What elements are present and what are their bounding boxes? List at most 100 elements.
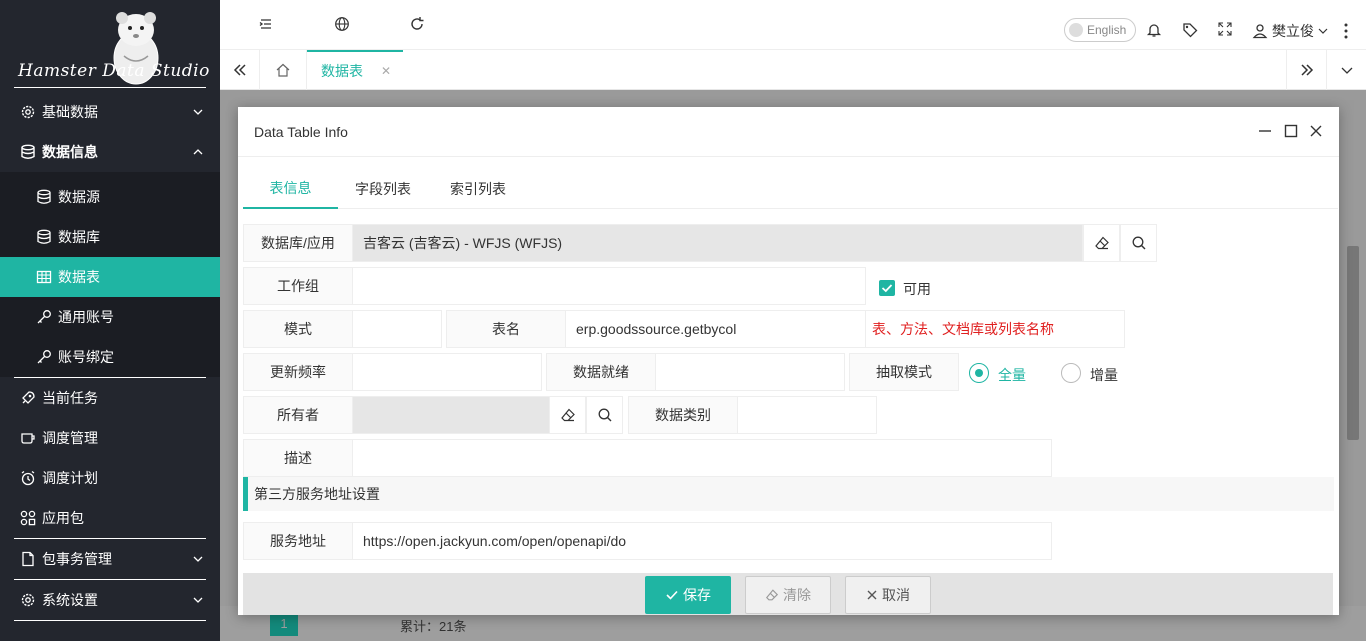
save-button[interactable]: 保存	[645, 576, 731, 614]
description-field[interactable]	[352, 439, 1052, 477]
sidebar-item-label: 调度计划	[42, 470, 98, 486]
close-tab-icon[interactable]: ✕	[381, 64, 391, 78]
sidebar-item-package-transaction[interactable]: 包事务管理	[0, 539, 220, 579]
tabs-menu-button[interactable]	[1326, 50, 1366, 90]
maximize-icon[interactable]	[1284, 124, 1298, 138]
db-app-field[interactable]: 吉客云 (吉客云) - WFJS (WFJS)	[352, 224, 1083, 262]
schema-label: 模式	[243, 310, 353, 348]
data-category-label: 数据类别	[628, 396, 738, 434]
data-category-field[interactable]	[737, 396, 877, 434]
table-name-field[interactable]: erp.goodssource.getbycol	[565, 310, 867, 348]
user-name: 樊立俊	[1272, 23, 1314, 39]
extract-full-radio[interactable]	[969, 363, 989, 383]
search-owner-button[interactable]	[586, 396, 623, 434]
sidebar: Hamster Data Studio 基础数据 数据信息 数据源 数据库 数据…	[0, 0, 220, 641]
sidebar-item-account-binding[interactable]: 账号绑定	[0, 337, 220, 377]
workgroup-label: 工作组	[243, 267, 353, 305]
tab-index-list[interactable]: 索引列表	[443, 169, 513, 209]
scrollbar[interactable]	[1347, 246, 1359, 440]
page-number-label: 1	[280, 616, 288, 631]
tabs-scroll-left-button[interactable]	[220, 50, 260, 90]
sidebar-item-label: 包事务管理	[42, 551, 112, 567]
data-ready-field[interactable]	[655, 353, 845, 391]
gear-icon	[20, 592, 36, 608]
extract-mode-label: 抽取模式	[849, 353, 959, 391]
page-number[interactable]: 1	[270, 612, 298, 636]
user-menu[interactable]: 樊立俊	[1252, 21, 1329, 41]
more-vertical-icon[interactable]	[1344, 23, 1348, 39]
sidebar-item-label: 数据库	[58, 229, 100, 245]
enabled-label: 可用	[903, 281, 931, 297]
sidebar-item-app-package[interactable]: 应用包	[0, 498, 220, 538]
file-icon	[20, 551, 36, 567]
rocket-icon	[20, 390, 36, 406]
submenu-data-info: 数据源 数据库 数据表 通用账号 账号绑定	[0, 172, 220, 377]
home-tab[interactable]	[260, 50, 307, 90]
chevron-down-icon	[193, 556, 203, 562]
sidebar-item-label: 账号绑定	[58, 349, 114, 365]
chevron-down-icon	[193, 597, 203, 603]
tab-field-list[interactable]: 字段列表	[348, 169, 418, 209]
tab-label: 数据表	[321, 63, 363, 79]
eraser-icon	[765, 589, 779, 601]
check-icon	[881, 284, 893, 293]
enabled-checkbox[interactable]	[879, 280, 895, 296]
sidebar-item-label: 数据源	[58, 189, 100, 205]
tabs-scroll-right-button[interactable]	[1286, 50, 1326, 90]
alarm-icon	[20, 470, 36, 486]
clear-owner-button[interactable]	[549, 396, 586, 434]
close-icon	[867, 590, 877, 600]
search-db-button[interactable]	[1120, 224, 1157, 262]
bell-icon[interactable]	[1146, 22, 1162, 38]
sidebar-item-system-settings[interactable]: 系统设置	[0, 580, 220, 620]
database-icon	[20, 144, 36, 160]
sidebar-item-schedule-plan[interactable]: 调度计划	[0, 458, 220, 498]
collapse-menu-icon[interactable]	[258, 16, 274, 32]
clear-button[interactable]: 清除	[745, 576, 831, 614]
sidebar-item-label: 基础数据	[42, 104, 98, 120]
workgroup-field[interactable]	[352, 267, 866, 305]
apps-icon	[20, 510, 36, 526]
extract-incremental-radio[interactable]	[1061, 363, 1081, 383]
fullscreen-icon[interactable]	[1218, 22, 1232, 36]
key-icon	[36, 309, 52, 325]
tab-table-info[interactable]: 表信息	[243, 169, 338, 209]
sidebar-item-schedule-manage[interactable]: 调度管理	[0, 418, 220, 458]
sidebar-item-label: 系统设置	[42, 592, 98, 608]
minimize-icon[interactable]	[1258, 124, 1272, 138]
sidebar-item-datatable[interactable]: 数据表	[0, 257, 220, 297]
sidebar-item-database[interactable]: 数据库	[0, 217, 220, 257]
cancel-label: 取消	[882, 587, 910, 603]
update-frequency-field[interactable]	[352, 353, 542, 391]
sidebar-item-current-tasks[interactable]: 当前任务	[0, 378, 220, 418]
tag-icon[interactable]	[1182, 22, 1198, 38]
eraser-icon	[560, 408, 575, 422]
cancel-button[interactable]: 取消	[845, 576, 931, 614]
dialog-title: Data Table Info	[254, 123, 348, 140]
refresh-icon[interactable]	[409, 16, 425, 32]
tab-datatable[interactable]: 数据表 ✕	[307, 50, 403, 90]
user-icon	[1252, 24, 1268, 39]
top-header: English 樊立俊	[220, 0, 1366, 50]
clear-db-button[interactable]	[1083, 224, 1120, 262]
save-label: 保存	[683, 587, 711, 603]
service-url-field[interactable]: https://open.jackyun.com/open/openapi/do	[352, 522, 1052, 560]
globe-icon[interactable]	[334, 16, 350, 32]
table-name-hint: 表、方法、文档库或列表名称	[865, 310, 1125, 348]
sidebar-item-label: 当前任务	[42, 390, 98, 406]
chevron-down-icon	[193, 109, 203, 115]
chevron-down-icon	[1341, 67, 1352, 74]
close-icon[interactable]	[1309, 124, 1323, 138]
sidebar-item-data-info[interactable]: 数据信息	[0, 132, 220, 172]
gear-icon	[20, 104, 36, 120]
language-toggle[interactable]: English	[1064, 18, 1136, 42]
sidebar-item-common-account[interactable]: 通用账号	[0, 297, 220, 337]
dialog-header: Data Table Info	[238, 107, 1339, 157]
sidebar-item-datasource[interactable]: 数据源	[0, 177, 220, 217]
dialog-footer: 保存 清除 取消	[243, 573, 1333, 615]
owner-field[interactable]	[352, 396, 550, 434]
table-icon	[36, 269, 52, 285]
schema-field[interactable]	[352, 310, 442, 348]
home-icon	[276, 63, 290, 77]
sidebar-item-basic-data[interactable]: 基础数据	[0, 92, 220, 132]
